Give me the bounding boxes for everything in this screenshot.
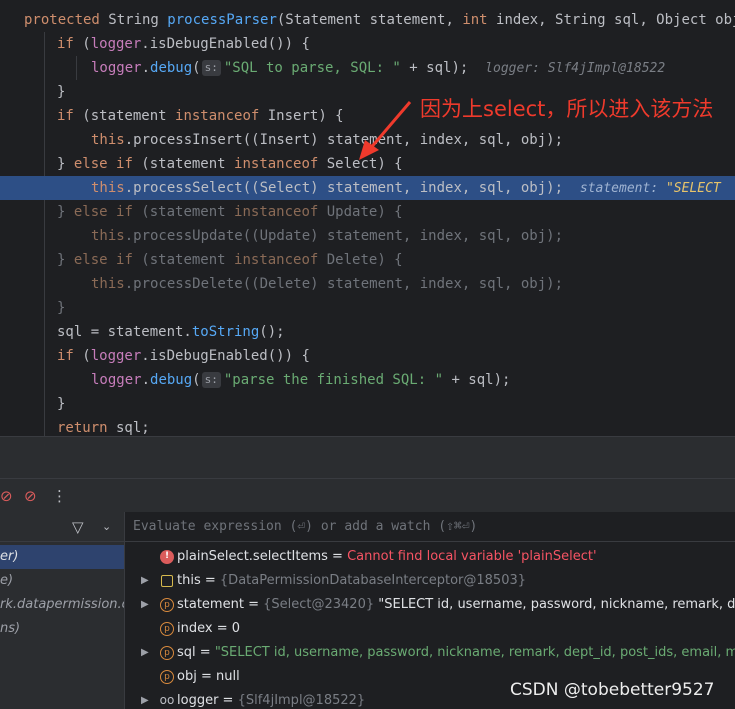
frame-item[interactable]: ns) <box>0 617 124 641</box>
parameter-hint-chip: s: <box>201 60 221 76</box>
parameter-icon: p <box>160 598 174 612</box>
code-editor[interactable]: protected String processParser(Statement… <box>0 0 735 436</box>
parameter-icon: p <box>160 646 174 660</box>
code-line-else-if-update[interactable]: } else if (statement instanceof Update) … <box>0 200 735 224</box>
code-line-process-select-current[interactable]: this.processSelect((Select) statement, i… <box>0 176 735 200</box>
code-line-debug-sql-to-parse[interactable]: logger.debug(s: "SQL to parse, SQL: " + s… <box>0 56 735 80</box>
debugger-toolbar: ⊘ ⊘ ⋮ <box>0 478 735 512</box>
code-line-if-debug[interactable]: if (logger.isDebugEnabled()) { <box>0 32 735 56</box>
frame-item[interactable]: e) <box>0 569 124 593</box>
chevron-right-icon[interactable]: ▶ <box>141 569 151 593</box>
variable-row-statement[interactable]: ▶ p statement = {Select@23420} "SELECT i… <box>125 593 735 617</box>
mute-breakpoints-icon[interactable]: ⊘ <box>24 487 37 505</box>
code-line-signature[interactable]: protected String processParser(Statement… <box>0 8 735 32</box>
field-icon <box>161 575 173 587</box>
code-line-close-brace[interactable]: } <box>0 392 735 416</box>
parameter-hint-chip: s: <box>201 372 221 388</box>
code-line-process-update[interactable]: this.processUpdate((Update) statement, i… <box>0 224 735 248</box>
error-icon: ! <box>160 550 174 564</box>
code-line-return[interactable]: return sql; <box>0 416 735 436</box>
more-options-icon[interactable]: ⋮ <box>52 487 67 505</box>
parameter-icon: p <box>160 670 174 684</box>
watch-glasses-icon: oo <box>159 693 175 707</box>
code-line-close-brace[interactable]: } <box>0 296 735 320</box>
frame-item[interactable]: er) <box>0 545 124 569</box>
code-line-debug-finished-sql[interactable]: logger.debug(s: "parse the finished SQL: … <box>0 368 735 392</box>
frames-panel: ▽ ⌄ er) e) rk.datapermission.co ns) <box>0 512 125 709</box>
chevron-right-icon[interactable]: ▶ <box>141 593 151 617</box>
variable-row-watch-error[interactable]: ! plainSelect.selectItems = Cannot find … <box>125 545 735 569</box>
chevron-right-icon[interactable]: ▶ <box>141 689 151 709</box>
inline-debug-value: logger: Slf4jImpl@18522 <box>485 61 666 76</box>
parameter-icon: p <box>160 622 174 636</box>
frames-header: ▽ ⌄ <box>0 512 124 542</box>
annotation-arrow-icon <box>359 101 412 160</box>
code-line-else-if-delete[interactable]: } else if (statement instanceof Delete) … <box>0 248 735 272</box>
variable-row-this[interactable]: ▶ this = {DataPermissionDatabaseIntercep… <box>125 569 735 593</box>
filter-icon[interactable]: ▽ <box>72 518 84 536</box>
annotation-note: 因为上select，所以进入该方法 <box>420 97 714 121</box>
inline-debug-value: "SELECT <box>665 181 721 196</box>
panel-divider[interactable] <box>0 436 735 478</box>
evaluate-expression-input[interactable]: Evaluate expression (⏎) or add a watch (… <box>125 512 735 542</box>
code-line-sql-assign[interactable]: sql = statement.toString(); <box>0 320 735 344</box>
frame-item[interactable]: rk.datapermission.co <box>0 593 124 617</box>
variable-row-index[interactable]: p index = 0 <box>125 617 735 641</box>
variable-row-sql[interactable]: ▶ p sql = "SELECT id, username, password… <box>125 641 735 665</box>
csdn-watermark: CSDN @tobebetter9527 <box>510 680 715 700</box>
chevron-down-icon[interactable]: ⌄ <box>102 518 111 536</box>
view-breakpoints-icon[interactable]: ⊘ <box>0 487 13 505</box>
code-line-if-debug-2[interactable]: if (logger.isDebugEnabled()) { <box>0 344 735 368</box>
chevron-right-icon[interactable]: ▶ <box>141 641 151 665</box>
code-line-process-delete[interactable]: this.processDelete((Delete) statement, i… <box>0 272 735 296</box>
inline-debug-name: statement: <box>579 181 666 196</box>
